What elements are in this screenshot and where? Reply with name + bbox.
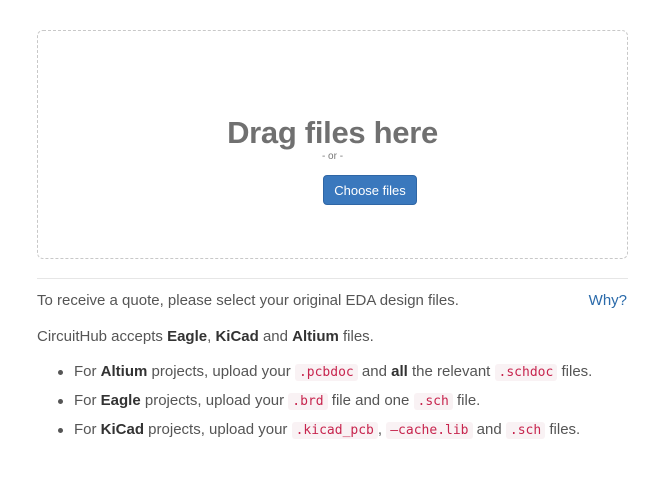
instruction-text: and [472,421,506,438]
quote-instructions-text: To receive a quote, please select your o… [37,292,459,309]
why-link[interactable]: Why? [589,292,627,309]
format-kicad: KiCad [215,328,259,345]
format-eagle: Eagle [167,328,208,345]
instruction-text: file and one [327,392,414,409]
file-extension: .brd [288,393,328,410]
drop-zone-title: Drag files here [227,115,438,150]
file-extension: –cache.lib [386,422,473,439]
accepts-prefix: CircuitHub accepts [37,328,168,345]
instruction-kicad: For KiCad projects, upload your .kicad_p… [56,420,592,449]
file-extension: .schdoc [494,364,558,381]
instruction-eagle: For Eagle projects, upload your .brd fil… [56,391,592,420]
drop-zone-or-separator: - or - [321,151,344,162]
tool-name: Altium [100,363,148,380]
file-extension: .sch [505,422,546,439]
file-extension: .pcbdoc [294,364,358,381]
instruction-prefix: For [74,421,101,438]
tool-name: Eagle [100,392,141,409]
format-altium: Altium [292,328,339,345]
instruction-text: and [357,363,392,380]
instruction-text: projects, upload your [140,392,289,409]
instruction-suffix: file. [452,392,481,409]
emphasis-all: all [391,363,408,380]
instruction-suffix: files. [557,363,593,380]
accepted-formats-text: CircuitHub accepts Eagle, KiCad and Alti… [37,328,374,345]
instruction-prefix: For [74,392,101,409]
instruction-text: the relevant [407,363,495,380]
upload-instructions-list: For Altium projects, upload your .pcbdoc… [56,362,592,449]
accepts-and: and [258,328,293,345]
instruction-suffix: files. [545,421,581,438]
instruction-text: projects, upload your [147,363,295,380]
file-extension: .kicad_pcb [291,422,378,439]
instruction-altium: For Altium projects, upload your .pcbdoc… [56,362,592,391]
instruction-text: projects, upload your [144,421,292,438]
file-drop-zone[interactable]: Drag files here - or - Choose files [37,30,628,259]
choose-files-button[interactable]: Choose files [323,175,417,205]
instruction-separator: , [377,421,387,438]
tool-name: KiCad [100,421,145,438]
instruction-prefix: For [74,363,101,380]
file-extension: .sch [413,393,453,410]
section-divider [37,278,628,279]
accepts-suffix: files. [338,328,374,345]
